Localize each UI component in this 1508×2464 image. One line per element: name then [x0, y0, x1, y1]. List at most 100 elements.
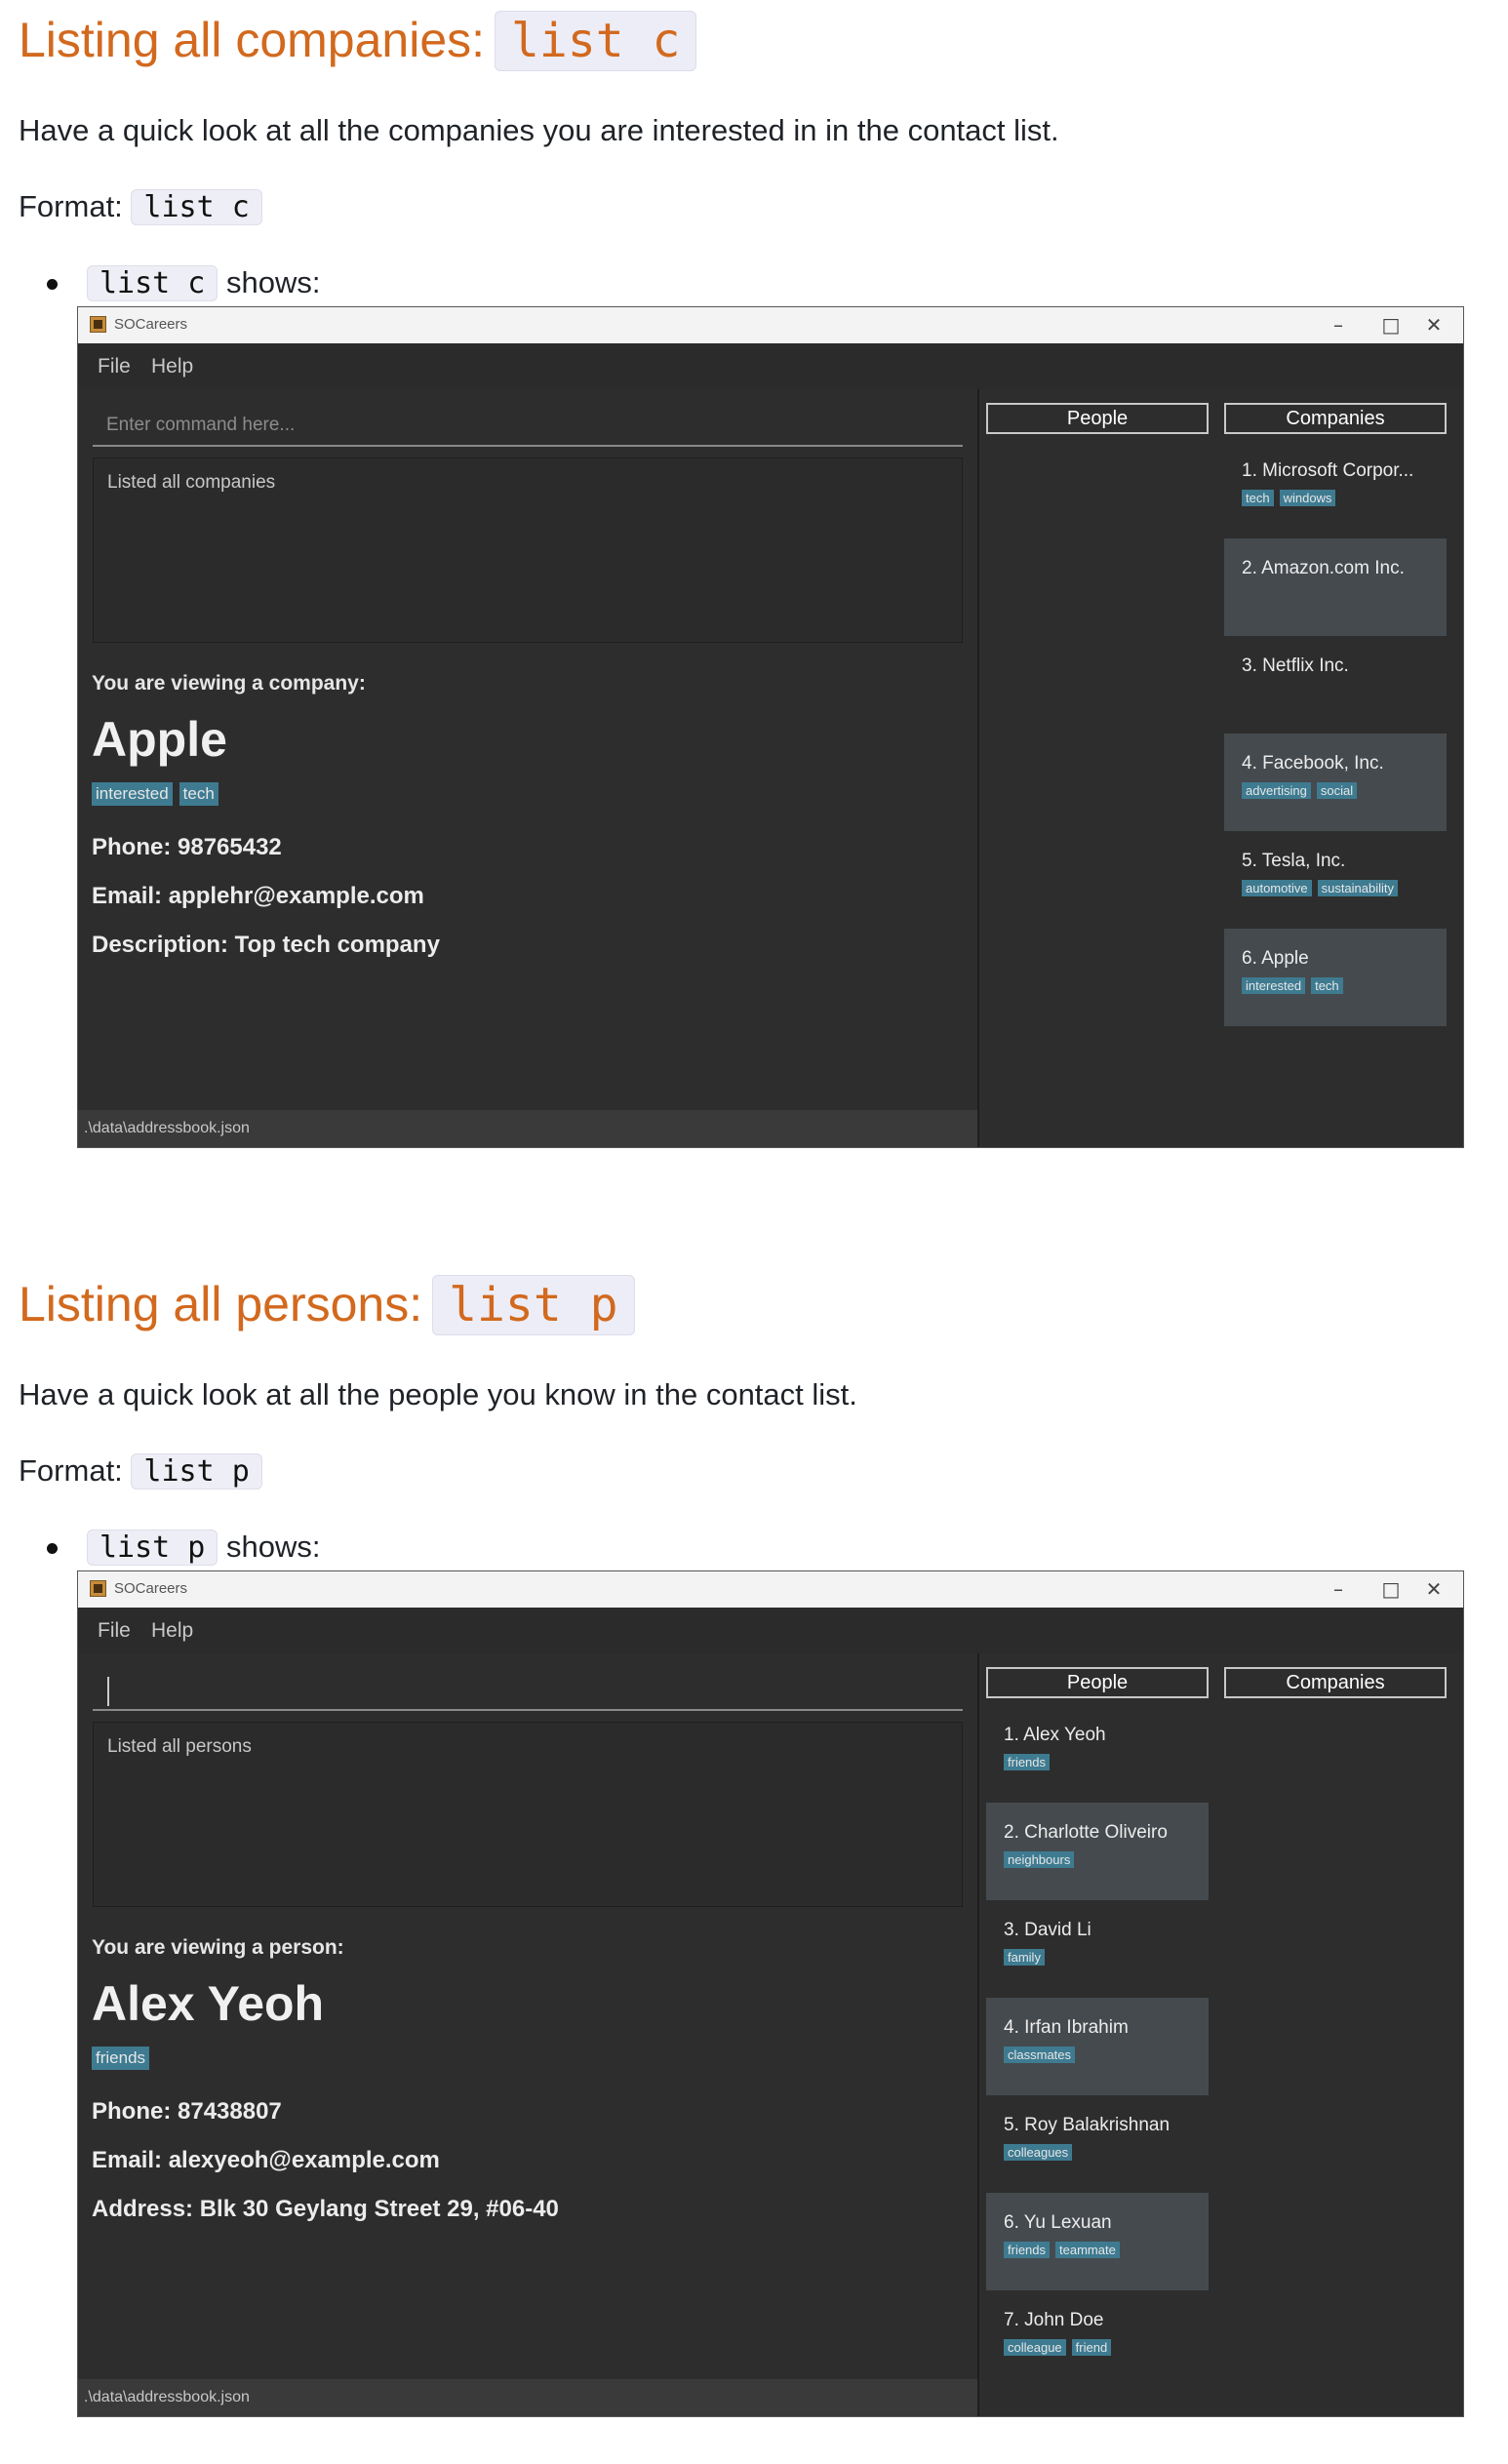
card-name: 7. John Doe: [1004, 2310, 1104, 2330]
tag: tech: [1311, 977, 1343, 994]
menu-help[interactable]: Help: [151, 355, 193, 378]
tag: friends: [92, 2047, 150, 2070]
people-tab-button[interactable]: People: [986, 1667, 1209, 1698]
detail-header: You are viewing a person:: [92, 1936, 344, 1959]
menu-file[interactable]: File: [98, 1619, 131, 1643]
people-tab-button[interactable]: People: [986, 403, 1209, 434]
format-code: list c: [131, 189, 262, 225]
section-heading-companies: Listing all companies: list c: [19, 10, 697, 71]
bullet-text: shows:: [226, 1530, 321, 1564]
card-name: 2. Charlotte Oliveiro: [1004, 1822, 1168, 1843]
maximize-icon[interactable]: □: [1373, 311, 1409, 338]
card-name: 4. Irfan Ibrahim: [1004, 2017, 1129, 2038]
command-input[interactable]: [93, 1667, 963, 1711]
card-name: 1. Microsoft Corpor...: [1242, 460, 1414, 481]
tag: colleagues: [1004, 2144, 1073, 2161]
detail-description: Description: Top tech company: [92, 932, 440, 958]
app-icon: [90, 316, 106, 333]
person-card[interactable]: 2. Charlotte Oliveiro neighbours: [986, 1803, 1209, 1900]
person-card[interactable]: 7. John Doe colleague friend: [986, 2290, 1209, 2388]
detail-address: Address: Blk 30 Geylang Street 29, #06-4…: [92, 2196, 559, 2222]
card-name: 5. Tesla, Inc.: [1242, 851, 1346, 871]
format-code: list p: [131, 1453, 262, 1490]
person-card[interactable]: 5. Roy Balakrishnan colleagues: [986, 2095, 1209, 2193]
tag: friend: [1071, 2339, 1112, 2356]
people-column: People: [979, 389, 1217, 1147]
tag: advertising: [1242, 782, 1311, 799]
company-card[interactable]: 1. Microsoft Corpor... tech windows: [1224, 441, 1447, 538]
result-display: Listed all companies: [93, 457, 963, 643]
detail-email: Email: applehr@example.com: [92, 883, 424, 909]
bullet-code: list c: [87, 265, 218, 301]
tag: neighbours: [1004, 1851, 1075, 1868]
text-caret: [107, 1677, 109, 1706]
company-card[interactable]: 4. Facebook, Inc. advertising social: [1224, 734, 1447, 831]
bullet-code: list p: [87, 1530, 218, 1566]
close-icon[interactable]: ✕: [1416, 1575, 1451, 1603]
minimize-icon[interactable]: –: [1321, 311, 1356, 338]
heading-text: Listing all persons:: [19, 1277, 423, 1331]
card-name: 3. David Li: [1004, 1920, 1091, 1940]
left-pane: Enter command here... Listed all compani…: [78, 389, 979, 1147]
company-card[interactable]: 5. Tesla, Inc. automotive sustainability: [1224, 831, 1447, 929]
person-card[interactable]: 3. David Li family: [986, 1900, 1209, 1998]
card-tags: interested tech: [1242, 977, 1447, 995]
company-card[interactable]: 6. Apple interested tech: [1224, 929, 1447, 1026]
status-bar: .\data\addressbook.json: [78, 2379, 977, 2416]
minimize-icon[interactable]: –: [1321, 1575, 1356, 1603]
tag: classmates: [1004, 2047, 1076, 2063]
section-description: Have a quick look at all the people you …: [19, 1377, 857, 1411]
status-bar: .\data\addressbook.json: [78, 1110, 977, 1147]
window-title: SOCareers: [114, 1580, 188, 1597]
format-label: Format:: [19, 1453, 123, 1488]
bullet-dot: [47, 1543, 58, 1555]
person-card[interactable]: 6. Yu Lexuan friends teammate: [986, 2193, 1209, 2290]
card-tags: colleague friend: [1004, 2339, 1209, 2357]
format-line: Format: list c: [19, 187, 262, 227]
companies-tab-button[interactable]: Companies: [1224, 1667, 1447, 1698]
companies-tab-button[interactable]: Companies: [1224, 403, 1447, 434]
company-card[interactable]: 2. Amazon.com Inc.: [1224, 538, 1447, 636]
maximize-icon[interactable]: □: [1373, 1575, 1409, 1603]
tag: teammate: [1055, 2242, 1120, 2258]
company-card[interactable]: 3. Netflix Inc.: [1224, 636, 1447, 734]
person-card[interactable]: 4. Irfan Ibrahim classmates: [986, 1998, 1209, 2095]
card-tags: neighbours: [1004, 1851, 1209, 1869]
card-tags: classmates: [1004, 2047, 1209, 2064]
tag: family: [1004, 1949, 1045, 1966]
title-bar: SOCareers – □ ✕: [78, 307, 1463, 343]
person-card[interactable]: 1. Alex Yeoh friends: [986, 1705, 1209, 1803]
menu-help[interactable]: Help: [151, 1619, 193, 1643]
command-input[interactable]: Enter command here...: [93, 403, 963, 447]
card-tags: tech windows: [1242, 490, 1447, 507]
section-description: Have a quick look at all the companies y…: [19, 113, 1059, 147]
detail-name: Apple: [92, 712, 227, 767]
heading-code: list c: [495, 11, 697, 71]
left-pane: Listed all persons You are viewing a per…: [78, 1653, 979, 2416]
tag: automotive: [1242, 880, 1312, 896]
tag: interested: [92, 782, 173, 806]
tag: social: [1316, 782, 1358, 799]
bullet-item: list p shows:: [47, 1528, 320, 1568]
detail-tags: interested tech: [92, 782, 225, 806]
detail-name: Alex Yeoh: [92, 1976, 325, 2031]
section-heading-persons: Listing all persons: list p: [19, 1274, 635, 1335]
detail-phone: Phone: 87438807: [92, 2098, 282, 2125]
menu-bar: File Help: [78, 1608, 1463, 1653]
card-tags: automotive sustainability: [1242, 880, 1447, 897]
card-name: 1. Alex Yeoh: [1004, 1725, 1106, 1745]
title-bar: SOCareers – □ ✕: [78, 1571, 1463, 1608]
person-list: 1. Alex Yeoh friends 2. Charlotte Oliveiro…: [986, 1705, 1209, 2388]
tag: colleague: [1004, 2339, 1066, 2356]
card-name: 2. Amazon.com Inc.: [1242, 558, 1405, 578]
companies-column: Companies: [1217, 1653, 1455, 2416]
format-label: Format:: [19, 189, 123, 223]
menu-file[interactable]: File: [98, 355, 131, 378]
tag: tech: [1242, 490, 1274, 506]
close-icon[interactable]: ✕: [1416, 311, 1451, 338]
company-list: 1. Microsoft Corpor... tech windows 2. Amaz…: [1224, 441, 1447, 1026]
card-tags: friends teammate: [1004, 2242, 1209, 2259]
card-name: 6. Yu Lexuan: [1004, 2212, 1112, 2233]
card-tags: colleagues: [1004, 2144, 1209, 2162]
card-tags: friends: [1004, 1754, 1209, 1771]
